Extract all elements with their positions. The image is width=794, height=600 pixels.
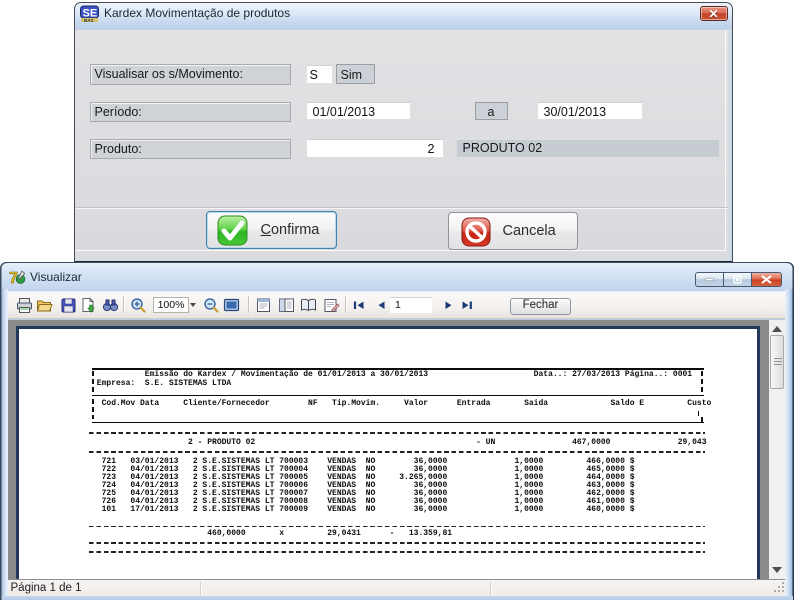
svg-text:BAS: BAS <box>84 17 94 22</box>
